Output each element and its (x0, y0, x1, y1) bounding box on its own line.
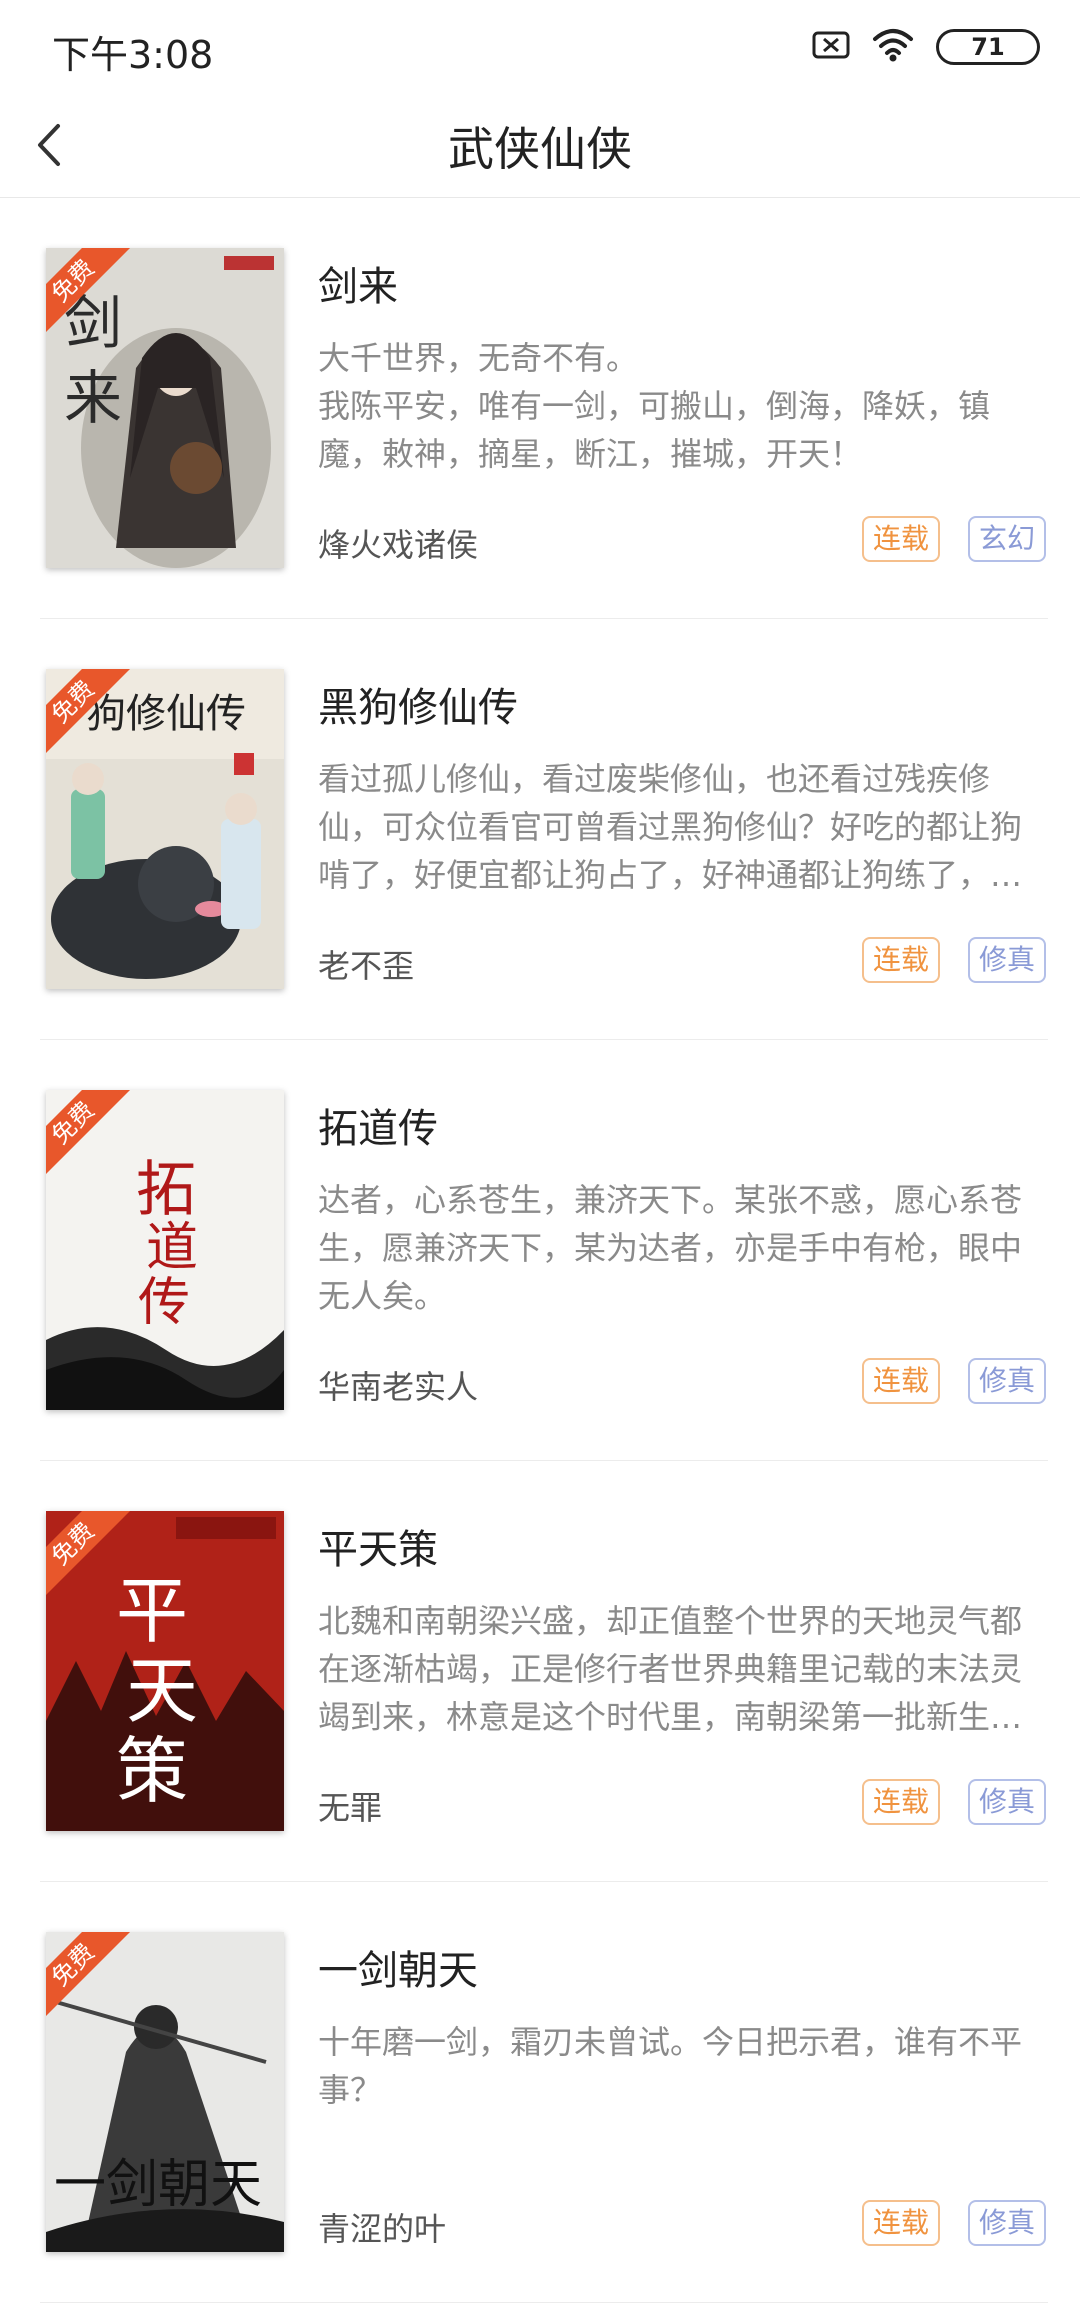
book-author: 青涩的叶 (318, 2210, 447, 2248)
book-author: 华南老实人 (318, 1368, 479, 1406)
book-cover[interactable]: 一剑朝天 免费 (46, 1932, 284, 2252)
book-title: 一剑朝天 (318, 1948, 478, 1994)
svg-text:平: 平 (116, 1569, 188, 1653)
status-icons: 71 (812, 28, 1040, 66)
book-cover[interactable]: 狗修仙传 免费 (46, 669, 284, 989)
genre-tag[interactable]: 修真 (967, 1779, 1046, 1825)
book-title: 剑来 (318, 264, 398, 310)
genre-tag[interactable]: 修真 (967, 937, 1046, 983)
book-list: 剑 来 免费 剑来 大千世界，无奇不有。 我陈平安，唯有一剑，可搬山，倒海，降妖… (0, 198, 1080, 2303)
book-tags: 连载 修真 (861, 2200, 1046, 2246)
book-author: 老不歪 (318, 947, 415, 985)
book-tags: 连载 修真 (861, 1779, 1046, 1825)
status-tag[interactable]: 连载 (861, 1358, 940, 1404)
genre-tag[interactable]: 玄幻 (967, 516, 1046, 562)
svg-text:拓: 拓 (136, 1155, 196, 1225)
book-list-item[interactable]: 剑 来 免费 剑来 大千世界，无奇不有。 我陈平安，唯有一剑，可搬山，倒海，降妖… (0, 198, 1080, 619)
status-bar: 下午3:08 71 (0, 0, 1080, 95)
book-author: 烽火戏诸侯 (318, 526, 479, 564)
status-tag[interactable]: 连载 (861, 937, 940, 983)
book-cover[interactable]: 拓 道 传 免费 (46, 1090, 284, 1410)
book-author: 无罪 (318, 1789, 383, 1827)
book-description: 看过孤儿修仙，看过废柴修仙，也还看过残疾修仙，可众位看官可曾看过黑狗修仙？好吃的… (318, 760, 1023, 894)
book-tags: 连载 修真 (861, 1358, 1046, 1404)
sim-off-icon (812, 30, 850, 64)
book-cover[interactable]: 剑 来 免费 (46, 248, 284, 568)
book-list-item[interactable]: 拓 道 传 免费 拓道传 达者，心系苍生，兼济天下。某张不惑，愿心系苍生，愿兼济… (0, 1040, 1080, 1461)
svg-text:来: 来 (64, 364, 122, 432)
svg-text:狗修仙传: 狗修仙传 (86, 691, 246, 737)
nav-bar: 武侠仙侠 (0, 95, 1080, 198)
battery-icon: 71 (936, 29, 1040, 65)
book-description: 北魏和南朝梁兴盛，却正值整个世界的天地灵气都在逐渐枯竭，正是修行者世界典籍里记载… (318, 1602, 1023, 1736)
svg-text:一剑朝天: 一剑朝天 (54, 2155, 262, 2215)
status-tag[interactable]: 连载 (861, 516, 940, 562)
status-time: 下午3:08 (52, 33, 214, 77)
book-list-item[interactable]: 平 天 策 免费 平天策 北魏和南朝梁兴盛，却正值整个世界的天地灵气都在逐渐枯竭… (0, 1461, 1080, 1882)
book-tags: 连载 玄幻 (861, 516, 1046, 562)
svg-text:传: 传 (138, 1273, 190, 1333)
svg-text:道: 道 (146, 1218, 198, 1278)
svg-text:天: 天 (126, 1649, 198, 1733)
wifi-icon (872, 28, 914, 66)
page-title: 武侠仙侠 (448, 122, 632, 176)
book-title: 黑狗修仙传 (318, 685, 518, 731)
book-description: 十年磨一剑，霜刃未曾试。今日把示君，谁有不平事？ (318, 2023, 1023, 2109)
status-tag[interactable]: 连载 (861, 2200, 940, 2246)
book-list-item[interactable]: 一剑朝天 免费 一剑朝天 十年磨一剑，霜刃未曾试。今日把示君，谁有不平事？ 青涩… (0, 1882, 1080, 2303)
genre-tag[interactable]: 修真 (967, 1358, 1046, 1404)
svg-text:策: 策 (116, 1729, 188, 1813)
book-cover[interactable]: 平 天 策 免费 (46, 1511, 284, 1831)
genre-tag[interactable]: 修真 (967, 2200, 1046, 2246)
book-list-item[interactable]: 狗修仙传 免费 黑狗修仙传 看过孤儿修仙，看过废柴修仙，也还看过残疾修仙，可众位… (0, 619, 1080, 1040)
book-tags: 连载 修真 (861, 937, 1046, 983)
book-description: 达者，心系苍生，兼济天下。某张不惑，愿心系苍生，愿兼济天下，某为达者，亦是手中有… (318, 1181, 1023, 1315)
book-title: 平天策 (318, 1527, 438, 1573)
book-title: 拓道传 (318, 1106, 438, 1152)
book-description: 大千世界，无奇不有。 我陈平安，唯有一剑，可搬山，倒海，降妖，镇魔，敕神，摘星，… (318, 339, 991, 473)
status-tag[interactable]: 连载 (861, 1779, 940, 1825)
